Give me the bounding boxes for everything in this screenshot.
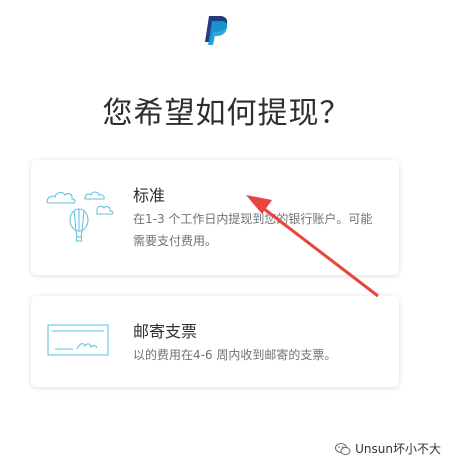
watermark-text: Unsun坏小不大 [355,442,441,456]
balloon-clouds-icon [46,191,114,242]
paypal-logo-icon [205,16,228,45]
option-title: 邮寄支票 [133,322,198,341]
withdraw-option-standard[interactable]: 标准 在1-3 个工作日内提现到您的银行账户。可能需要支付费用。 [31,160,399,275]
page-title: 您希望如何提现？ [102,96,351,131]
check-icon [47,324,109,356]
option-description: 以的费用在4-6 周内收到邮寄的支票。 [133,348,337,362]
watermark: Unsun坏小不大 [335,440,441,457]
option-title: 标准 [133,186,166,205]
wechat-icon [335,442,351,455]
withdraw-option-mail-check[interactable]: 邮寄支票 以的费用在4-6 周内收到邮寄的支票。 [31,296,399,387]
option-description: 在1-3 个工作日内提现到您的银行账户。可能需要支付费用。 [133,212,373,248]
